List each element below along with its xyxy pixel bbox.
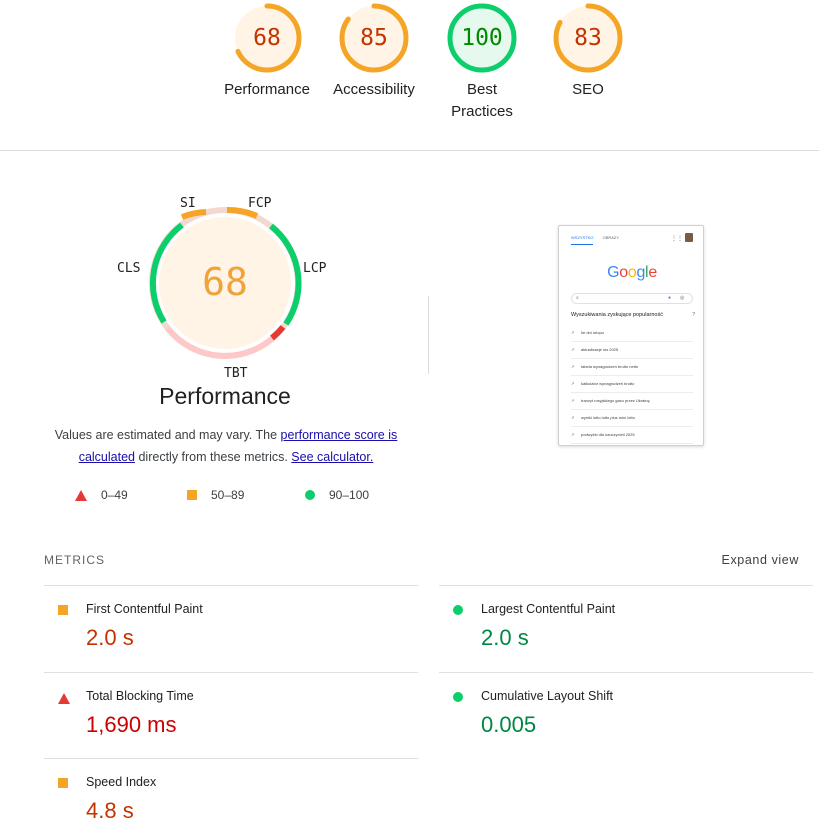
metric-value: 2.0 s: [481, 625, 529, 650]
thumb-tab-all: WSZYSTKO: [571, 235, 594, 240]
gauge-score-accessibility: 85: [360, 25, 388, 51]
legend-range: 50–89: [211, 488, 245, 502]
tag-tbt: TBT: [224, 366, 248, 381]
trend-icon: ↗: [571, 415, 575, 420]
gauge-score-seo: 83: [574, 25, 602, 51]
list-item: ↗ aktualizacje ios 2025: [571, 342, 693, 359]
list-item-text: tranzyt rosyjskiego gazu przez Ukrainę: [581, 398, 650, 403]
list-item-text: podwyżki dla nauczycieli 2025: [581, 432, 635, 437]
metric-value: 1,690 ms: [86, 712, 177, 737]
pass-circle-icon: [453, 692, 463, 702]
tag-cls: CLS: [117, 261, 141, 276]
legend-average: 50–89: [187, 488, 244, 502]
metrics-header: METRICS: [44, 553, 105, 567]
square-icon: [187, 490, 197, 500]
gauge-label-best-practices: Best Practices: [451, 81, 513, 120]
metric-label: Speed Index: [86, 775, 157, 789]
see-calculator-link[interactable]: See calculator.: [291, 450, 373, 464]
list-item: ↗ kalkulator wynagrodzeń brutto: [571, 376, 693, 393]
trend-icon: ↗: [571, 398, 575, 403]
metric-largest-contentful-paint: Largest Contentful Paint 2.0 s: [439, 585, 813, 671]
list-item: ↗ podwyżki dla nauczycieli 2025: [571, 427, 693, 444]
gauge-score-performance: 68: [253, 25, 281, 51]
thumb-trending-list: ↗ Ile dni urlopu ↗ aktualizacje ios 2025 ↗…: [571, 325, 693, 444]
gauge-seo[interactable]: 83 SEO: [533, 0, 643, 101]
trend-icon: ↗: [571, 432, 575, 437]
thumb-heading: Wyszukiwania zyskujące popularność ?: [571, 312, 695, 318]
performance-title: Performance: [159, 383, 291, 409]
thumb-heading-text: Wyszukiwania zyskujące popularność: [571, 312, 663, 318]
expand-view-button[interactable]: Expand view: [722, 553, 799, 567]
triangle-icon: [75, 489, 87, 501]
tag-fcp: FCP: [248, 196, 272, 211]
metric-speed-index: Speed Index 4.8 s: [44, 758, 418, 825]
lens-icon: ◎: [680, 295, 685, 301]
thumb-tab-images: OBRAZY: [602, 235, 620, 240]
gauge-accessibility[interactable]: 85 Accessibility: [319, 0, 429, 101]
metric-label: Cumulative Layout Shift: [481, 689, 614, 703]
legend-range: 0–49: [101, 488, 128, 502]
list-item-text: aktualizacje ios 2025: [581, 347, 619, 352]
trend-icon: ↗: [571, 381, 575, 386]
legend-range: 90–100: [329, 488, 370, 502]
description-text: Values are estimated and may vary. The: [54, 428, 281, 442]
google-logo: Google: [607, 264, 657, 281]
circle-icon: [305, 490, 315, 500]
gauge-label-accessibility: Accessibility: [333, 81, 415, 98]
category-gauges: 68 Performance 85 Accessibility 100 Best…: [0, 0, 819, 151]
mic-icon: ●: [668, 295, 672, 301]
gauge-score-best-practices: 100: [461, 25, 503, 51]
list-item-text: wyniki lotto lotto plus mini lotto: [581, 415, 635, 420]
gauge-label-seo: SEO: [572, 81, 604, 98]
metric-label: Total Blocking Time: [86, 689, 194, 703]
thumb-tab-underline: [571, 244, 593, 245]
pass-circle-icon: [453, 605, 463, 615]
tag-lcp: LCP: [303, 261, 327, 276]
metric-cumulative-layout-shift: Cumulative Layout Shift 0.005: [439, 672, 813, 758]
metric-value: 0.005: [481, 712, 537, 737]
list-item-text: kalkulator wynagrodzeń brutto: [581, 381, 635, 386]
gauge-best-practices[interactable]: 100 Best Practices: [427, 0, 537, 123]
section-divider: [428, 296, 429, 374]
description-text-2: directly from these metrics.: [135, 450, 292, 464]
gauge-label-performance: Performance: [224, 81, 310, 98]
tag-si: SI: [180, 196, 196, 211]
list-item-text: tabela wynagrodzeń brutto netto: [581, 364, 639, 369]
trend-icon: ↗: [571, 347, 575, 352]
performance-description: Values are estimated and may vary. The p…: [40, 424, 412, 468]
average-square-icon: [58, 605, 68, 615]
avatar: [685, 233, 693, 242]
thumb-tabs: WSZYSTKO OBRAZY: [571, 235, 627, 240]
average-square-icon: [58, 778, 68, 788]
metric-total-blocking-time: Total Blocking Time 1,690 ms: [44, 672, 418, 758]
final-screenshot-thumbnail[interactable]: WSZYSTKO OBRAZY ⋮⋮ Google ⌕ ● ◎ Wyszukiw…: [558, 225, 704, 446]
metric-first-contentful-paint: First Contentful Paint 2.0 s: [44, 585, 418, 671]
search-icon: ⌕: [576, 295, 579, 301]
tbt-arc-score: [270, 325, 286, 341]
metric-value: 2.0 s: [86, 625, 134, 650]
fail-triangle-icon: [58, 693, 70, 704]
list-item: ↗ wyniki lotto lotto plus mini lotto: [571, 410, 693, 427]
legend-fail: 0–49: [75, 488, 128, 502]
metric-label: Largest Contentful Paint: [481, 602, 616, 616]
list-item: ↗ tabela wynagrodzeń brutto netto: [571, 359, 693, 376]
gauge-performance[interactable]: 68 Performance: [212, 0, 322, 101]
trend-icon: ↗: [571, 364, 575, 369]
list-item: ↗ Ile dni urlopu: [571, 325, 693, 342]
performance-metric-gauge: SI FCP LCP CLS TBT 68: [100, 185, 350, 385]
metric-label: First Contentful Paint: [86, 602, 203, 616]
metric-value: 4.8 s: [86, 798, 134, 823]
performance-score: 68: [202, 260, 248, 304]
list-item-text: Ile dni urlopu: [581, 330, 604, 335]
apps-grid-icon: ⋮⋮: [671, 236, 683, 242]
thumb-search-box: ⌕ ● ◎: [571, 293, 693, 304]
legend-pass: 90–100: [305, 488, 369, 502]
help-icon: ?: [692, 312, 695, 318]
list-item: ↗ tranzyt rosyjskiego gazu przez Ukrainę: [571, 393, 693, 410]
trend-icon: ↗: [571, 330, 575, 335]
